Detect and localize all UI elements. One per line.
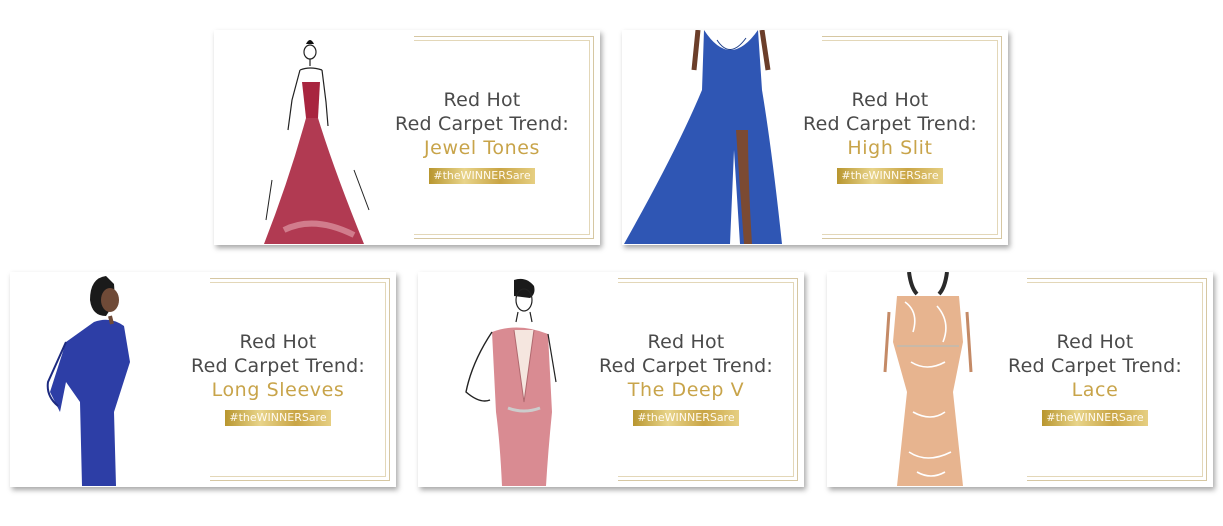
hashtag-badge[interactable]: #theWINNERSare	[1042, 410, 1148, 426]
card-title-line1: Red Hot	[443, 89, 521, 111]
hashtag-badge[interactable]: #theWINNERSare	[837, 168, 943, 184]
card-title-line2: Red Carpet Trend:	[599, 355, 773, 377]
card-title-line2: Red Carpet Trend:	[191, 355, 365, 377]
card-title-line2: Red Carpet Trend:	[1008, 355, 1182, 377]
card-title-line2: Red Carpet Trend:	[803, 113, 977, 135]
trend-name: Long Sleeves	[211, 379, 345, 401]
card-text: Red Hot Red Carpet Trend: High Slit #the…	[772, 88, 1008, 184]
trend-name: The Deep V	[627, 379, 745, 401]
trend-name: Lace	[1071, 379, 1119, 401]
trend-card-lace[interactable]: Red Hot Red Carpet Trend: Lace #theWINNE…	[827, 272, 1213, 487]
card-text: Red Hot Red Carpet Trend: Long Sleeves #…	[160, 330, 396, 426]
trend-card-long-sleeves[interactable]: Red Hot Red Carpet Trend: Long Sleeves #…	[10, 272, 396, 487]
trend-card-high-slit[interactable]: Red Hot Red Carpet Trend: High Slit #the…	[622, 30, 1008, 245]
card-title-line1: Red Hot	[851, 89, 929, 111]
card-text: Red Hot Red Carpet Trend: The Deep V #th…	[568, 330, 804, 426]
card-text: Red Hot Red Carpet Trend: Lace #theWINNE…	[977, 330, 1213, 426]
hashtag-badge[interactable]: #theWINNERSare	[633, 410, 739, 426]
trend-name: High Slit	[847, 137, 933, 159]
card-title-line1: Red Hot	[239, 331, 317, 353]
hashtag-badge[interactable]: #theWINNERSare	[225, 410, 331, 426]
hashtag-badge[interactable]: #theWINNERSare	[429, 168, 535, 184]
trend-card-jewel-tones[interactable]: Red Hot Red Carpet Trend: Jewel Tones #t…	[214, 30, 600, 245]
card-title-line2: Red Carpet Trend:	[395, 113, 569, 135]
card-title-line1: Red Hot	[647, 331, 725, 353]
trend-card-deep-v[interactable]: Red Hot Red Carpet Trend: The Deep V #th…	[418, 272, 804, 487]
trend-name: Jewel Tones	[423, 137, 541, 159]
card-text: Red Hot Red Carpet Trend: Jewel Tones #t…	[364, 88, 600, 184]
card-title-line1: Red Hot	[1056, 331, 1134, 353]
